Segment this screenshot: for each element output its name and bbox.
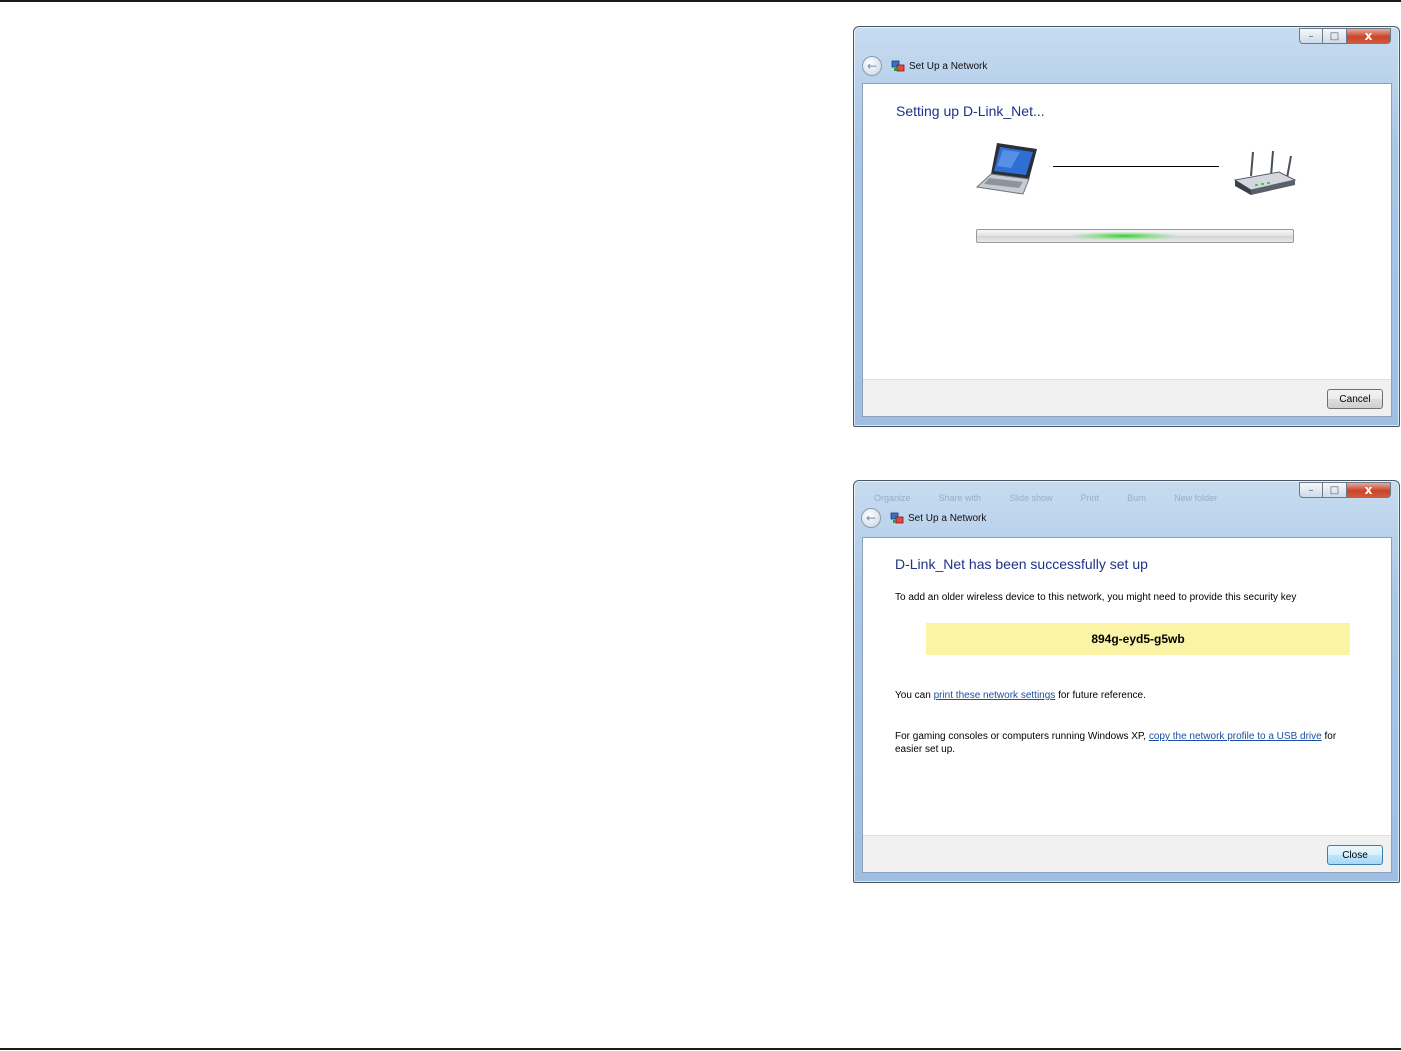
content-panel: D-Link_Net has been successfully set up … (862, 537, 1392, 873)
close-button[interactable]: Close (1327, 845, 1383, 865)
copy-profile-usb-link[interactable]: copy the network profile to a USB drive (1149, 731, 1322, 742)
title-row: ← Set Up a Network (861, 507, 986, 529)
background-explorer-menu: Organize Share with Slide show Print Bur… (874, 493, 1217, 503)
dialog-footer: Cancel (863, 379, 1391, 416)
close-window-button[interactable]: x (1347, 482, 1391, 498)
ghost-menu-item: Slide show (1009, 493, 1053, 503)
network-icon (890, 512, 904, 524)
progress-heading: Setting up D-Link_Net... (896, 103, 1045, 119)
window-controls: – □ x (1299, 28, 1391, 44)
xp-prefix: For gaming consoles or computers running… (895, 731, 1149, 742)
minimize-button[interactable]: – (1299, 28, 1323, 44)
print-settings-text: You can print these network settings for… (895, 689, 1146, 702)
security-key-value: 894g-eyd5-g5wb (1091, 632, 1185, 646)
ghost-menu-item: Burn (1127, 493, 1147, 503)
laptop-icon (975, 143, 1037, 195)
progress-bar (976, 229, 1294, 243)
router-icon (1233, 150, 1297, 195)
page-top-rule (0, 0, 1401, 2)
maximize-button[interactable]: □ (1323, 28, 1347, 44)
minimize-button[interactable]: – (1299, 482, 1323, 498)
window-controls: – □ x (1299, 482, 1391, 498)
close-window-button[interactable]: x (1347, 28, 1391, 44)
security-key-box: 894g-eyd5-g5wb (926, 623, 1350, 655)
network-icon (891, 60, 905, 72)
ghost-menu-item: Print (1080, 493, 1100, 503)
print-settings-link[interactable]: print these network settings (934, 690, 1056, 701)
dialog-footer: Close (863, 835, 1391, 872)
print-suffix: for future reference. (1055, 690, 1146, 701)
page-bottom-rule (0, 1048, 1401, 1050)
cancel-button[interactable]: Cancel (1327, 389, 1383, 409)
connection-line (1053, 166, 1219, 167)
setup-network-window-success: Organize Share with Slide show Print Bur… (853, 480, 1400, 883)
maximize-button[interactable]: □ (1323, 482, 1347, 498)
window-title: Set Up a Network (909, 60, 988, 72)
ghost-menu-item: Organize (874, 493, 911, 503)
ghost-menu-item: Share with (938, 493, 982, 503)
setup-network-window-progress: – □ x ← Set Up a Network Setting up D-Li… (853, 26, 1400, 427)
back-arrow-icon[interactable]: ← (862, 56, 882, 76)
security-key-intro: To add an older wireless device to this … (895, 592, 1297, 603)
back-arrow-icon[interactable]: ← (861, 508, 881, 528)
ghost-menu-item: New folder (1174, 493, 1218, 503)
window-title: Set Up a Network (908, 512, 987, 524)
success-heading: D-Link_Net has been successfully set up (895, 556, 1148, 572)
print-prefix: You can (895, 690, 934, 701)
usb-profile-text: For gaming consoles or computers running… (895, 730, 1365, 756)
content-panel: Setting up D-Link_Net... Cancel (862, 83, 1392, 417)
progress-marquee (1069, 232, 1179, 240)
title-row: ← Set Up a Network (862, 55, 987, 77)
